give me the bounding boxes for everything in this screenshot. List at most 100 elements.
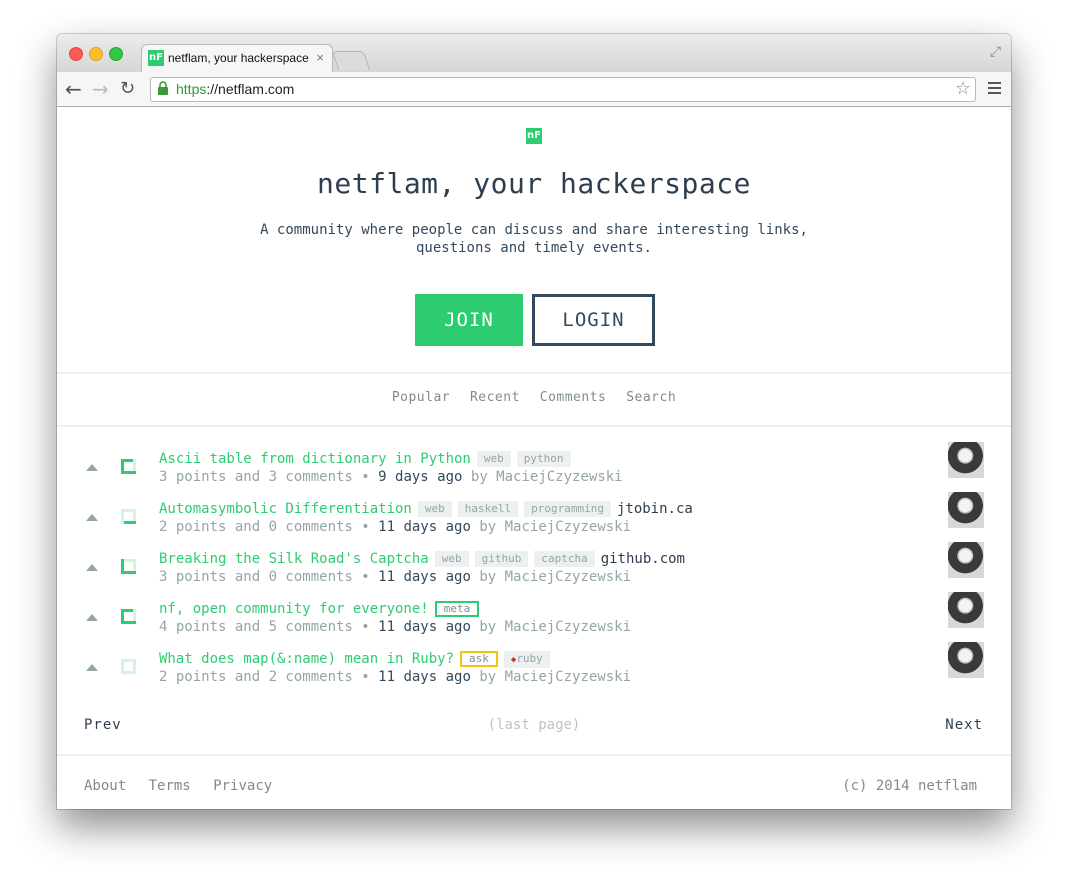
item-title-link[interactable]: Breaking the Silk Road's Captcha <box>159 551 429 567</box>
upvote-arrow-icon[interactable] <box>86 464 98 471</box>
item-stats[interactable]: 2 points and 0 comments • <box>159 519 370 535</box>
item-meta: 3 points and 3 comments • 9 days ago by … <box>159 469 623 485</box>
url-scheme: https <box>176 81 207 97</box>
item-age: 11 days ago <box>378 669 471 685</box>
back-arrow-icon[interactable]: ← <box>65 77 82 101</box>
tag-web[interactable]: web <box>476 451 511 467</box>
avatar[interactable] <box>948 642 984 678</box>
forward-arrow-icon[interactable]: → <box>92 77 109 101</box>
page-content: nF netflam, your hackerspace A community… <box>57 107 1011 809</box>
menu-icon[interactable] <box>988 82 1001 97</box>
tag-haskell[interactable]: haskell <box>457 501 519 517</box>
close-window-button[interactable] <box>69 47 83 61</box>
tab-close-icon[interactable]: × <box>316 50 324 65</box>
tag-web[interactable]: web <box>417 501 452 517</box>
item-stats[interactable]: 2 points and 2 comments • <box>159 669 370 685</box>
tag-ruby[interactable]: ◆ruby <box>503 651 550 668</box>
item-meta: 3 points and 0 comments • 11 days ago by… <box>159 569 631 585</box>
url-text: https://netflam.com <box>176 81 294 97</box>
list-item: What does map(&:name) mean in Ruby? ask ◆r… <box>57 642 1011 691</box>
item-age: 11 days ago <box>378 519 471 535</box>
score-ring-icon <box>121 559 136 574</box>
page-title: netflam, your hackerspace <box>317 167 751 200</box>
tag-github[interactable]: github <box>474 551 529 567</box>
item-author[interactable]: by MaciejCzyzewski <box>479 519 631 535</box>
divider <box>57 425 1011 427</box>
browser-toolbar: ← → ↻ https://netflam.com ☆ <box>57 72 1011 107</box>
next-link[interactable]: Next <box>945 717 983 733</box>
upvote-arrow-icon[interactable] <box>86 564 98 571</box>
minimize-window-button[interactable] <box>89 47 103 61</box>
item-title-link[interactable]: Automasymbolic Differentiation <box>159 501 412 517</box>
item-age: 11 days ago <box>378 619 471 635</box>
score-ring-icon <box>121 459 136 474</box>
avatar[interactable] <box>948 592 984 628</box>
score-ring-icon <box>121 659 136 674</box>
score-ring-icon <box>121 509 136 524</box>
item-title-link[interactable]: nf, open community for everyone! <box>159 601 429 617</box>
browser-tab[interactable]: nF netflam, your hackerspace × <box>141 44 333 73</box>
footer-terms-link[interactable]: Terms <box>149 778 191 794</box>
site-logo[interactable]: nF <box>526 128 542 144</box>
bookmark-star-icon[interactable]: ☆ <box>955 78 971 99</box>
item-age: 11 days ago <box>378 569 471 585</box>
upvote-arrow-icon[interactable] <box>86 614 98 621</box>
item-title-row: Automasymbolic Differentiation web haskell… <box>159 501 693 517</box>
nav-popular[interactable]: Popular <box>392 390 450 405</box>
item-meta: 4 points and 5 comments • 11 days ago by… <box>159 619 631 635</box>
item-title-link[interactable]: What does map(&:name) mean in Ruby? <box>159 651 454 667</box>
divider <box>57 754 1011 756</box>
item-author[interactable]: by MaciejCzyzewski <box>471 469 623 485</box>
url-host: ://netflam.com <box>206 81 295 97</box>
footer-links: About Terms Privacy <box>84 778 286 794</box>
tag-ask[interactable]: ask <box>460 651 498 667</box>
avatar[interactable] <box>948 442 984 478</box>
lock-icon <box>158 81 168 95</box>
title-bar: nF netflam, your hackerspace × ⤢ <box>57 34 1011 73</box>
tag-programming[interactable]: programming <box>524 501 611 517</box>
tag-web[interactable]: web <box>434 551 469 567</box>
address-bar[interactable]: https://netflam.com ☆ <box>150 77 976 102</box>
tagline: A community where people can discuss and… <box>260 222 808 256</box>
item-title-link[interactable]: Ascii table from dictionary in Python <box>159 451 471 467</box>
tag-ruby-label: ruby <box>516 652 543 665</box>
new-tab-button[interactable] <box>331 51 371 70</box>
upvote-arrow-icon[interactable] <box>86 514 98 521</box>
favicon-icon: nF <box>148 50 164 66</box>
item-stats[interactable]: 4 points and 5 comments • <box>159 619 370 635</box>
reload-icon[interactable]: ↻ <box>120 78 135 99</box>
upvote-arrow-icon[interactable] <box>86 664 98 671</box>
tag-meta[interactable]: meta <box>434 601 480 617</box>
item-stats[interactable]: 3 points and 3 comments • <box>159 469 370 485</box>
tag-python[interactable]: python <box>516 451 571 467</box>
join-button[interactable]: JOIN <box>415 294 523 346</box>
item-title-row: Ascii table from dictionary in Python web… <box>159 451 571 467</box>
avatar[interactable] <box>948 542 984 578</box>
zoom-window-button[interactable] <box>109 47 123 61</box>
item-author[interactable]: by MaciejCzyzewski <box>479 669 631 685</box>
item-domain[interactable]: jtobin.ca <box>617 501 693 517</box>
list-item: nf, open community for everyone! meta 4 p… <box>57 592 1011 641</box>
section-nav: Popular Recent Comments Search <box>57 390 1011 405</box>
nav-search[interactable]: Search <box>626 390 676 405</box>
nav-recent[interactable]: Recent <box>470 390 520 405</box>
item-domain[interactable]: github.com <box>601 551 685 567</box>
score-ring-icon <box>121 609 136 624</box>
avatar[interactable] <box>948 492 984 528</box>
nav-comments[interactable]: Comments <box>540 390 607 405</box>
list-item: Ascii table from dictionary in Python web… <box>57 442 1011 491</box>
item-author[interactable]: by MaciejCzyzewski <box>479 569 631 585</box>
list-item: Breaking the Silk Road's Captcha web githu… <box>57 542 1011 591</box>
footer-privacy-link[interactable]: Privacy <box>213 778 272 794</box>
browser-window: nF netflam, your hackerspace × ⤢ ← → ↻ h… <box>57 34 1011 809</box>
item-author[interactable]: by MaciejCzyzewski <box>479 619 631 635</box>
item-title-row: nf, open community for everyone! meta <box>159 601 480 617</box>
tag-captcha[interactable]: captcha <box>534 551 595 567</box>
copyright: (c) 2014 netflam <box>842 778 977 794</box>
list-item: Automasymbolic Differentiation web haskell… <box>57 492 1011 541</box>
fullscreen-icon[interactable]: ⤢ <box>990 44 1001 60</box>
login-button[interactable]: LOGIN <box>532 294 655 346</box>
item-age: 9 days ago <box>378 469 463 485</box>
item-stats[interactable]: 3 points and 0 comments • <box>159 569 370 585</box>
footer-about-link[interactable]: About <box>84 778 126 794</box>
